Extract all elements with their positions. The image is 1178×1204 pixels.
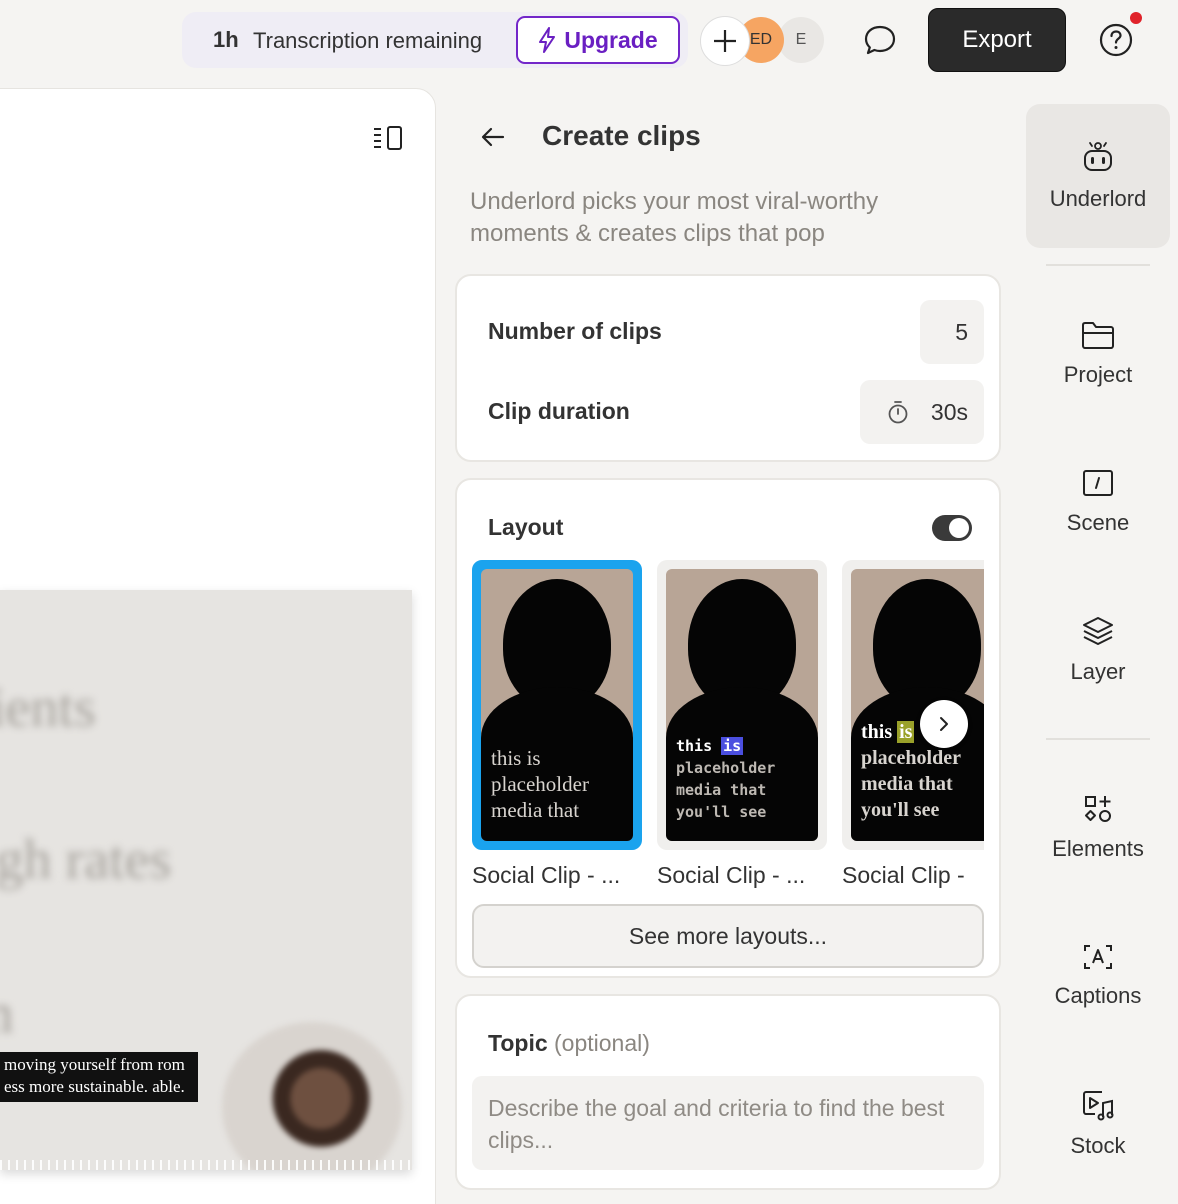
panel-title: Create clips: [542, 120, 701, 151]
layout-thumbnail: this is placeholder media that: [481, 569, 633, 841]
number-of-clips-label: Number of clips: [488, 318, 662, 344]
rail-label: Scene: [1066, 510, 1130, 535]
question-circle-icon: [1099, 23, 1133, 57]
stock-media-icon: [1083, 1091, 1114, 1121]
chevron-right-icon: [940, 717, 948, 731]
carousel-next-button[interactable]: [920, 700, 968, 748]
transcription-hours: 1h: [213, 27, 239, 52]
presenter-camera-bubble[interactable]: [222, 1022, 402, 1170]
panel-subtitle: Underlord picks your most viral-worthy m…: [470, 188, 879, 247]
layout-option[interactable]: this is placeholder media that Social Cl…: [472, 560, 642, 889]
layout-name: Social Clip - ...: [472, 862, 621, 888]
rail-label: Stock: [1070, 1133, 1126, 1158]
lightning-icon: [539, 27, 556, 53]
scene-icon: [1083, 470, 1113, 496]
rail-divider: [1046, 738, 1150, 740]
rail-item-scene[interactable]: Scene: [1026, 430, 1170, 574]
panel-toggle-icon: [374, 126, 402, 150]
rail-item-project[interactable]: Project: [1026, 282, 1170, 426]
layout-thumbnail: this is placeholder media that you'll se…: [851, 569, 984, 841]
caption-line: ess more sustainable. able.: [4, 1077, 185, 1096]
rail-label: Elements: [1052, 836, 1144, 861]
toggle-script-panel-button[interactable]: [370, 122, 406, 154]
caption-line: moving yourself from rom: [4, 1055, 185, 1074]
arrow-left-icon: [481, 127, 505, 147]
layout-thumbnail: this is placeholder media that you'll se…: [666, 569, 818, 841]
thumbnail-caption: this is placeholder media that you'll se…: [676, 737, 776, 821]
rail-label: Underlord: [1049, 186, 1147, 211]
clip-duration-label: Clip duration: [488, 398, 630, 424]
rail-item-underlord[interactable]: Underlord: [1026, 104, 1170, 248]
rail-label: Layer: [1070, 659, 1126, 684]
notification-dot: [1130, 12, 1142, 24]
rail-item-elements[interactable]: Elements: [1026, 756, 1170, 900]
blurred-slide-text: m: [0, 982, 14, 1046]
audio-waveform: [0, 1160, 412, 1170]
layout-toggle[interactable]: [932, 515, 972, 541]
caption-overlay[interactable]: moving yourself from rom ess more sustai…: [0, 1052, 198, 1102]
blurred-slide-text: igh rates: [0, 829, 172, 891]
layers-icon: [1083, 617, 1113, 645]
captions-icon: [1084, 945, 1112, 969]
transcription-remaining-label: Transcription remaining: [253, 28, 483, 53]
layout-name: Social Clip - ...: [657, 862, 806, 888]
clip-duration-select[interactable]: 30s: [860, 380, 984, 444]
layout-label: Layout: [488, 514, 564, 540]
optional-hint: (optional): [554, 1030, 650, 1056]
robot-icon: [1084, 142, 1112, 171]
export-button[interactable]: Export: [928, 8, 1066, 72]
comments-button[interactable]: [858, 18, 902, 62]
help-button[interactable]: [1094, 18, 1138, 62]
blurred-slide-text: ients: [0, 677, 96, 739]
upgrade-label: Upgrade: [564, 26, 658, 53]
rail-item-layer[interactable]: Layer: [1026, 578, 1170, 722]
rail-label: Project: [1063, 362, 1133, 387]
rail-item-stock[interactable]: Stock: [1026, 1052, 1170, 1196]
clip-duration-value: 30s: [930, 398, 968, 425]
layout-name: Social Clip -: [842, 862, 965, 888]
plus-icon: [714, 30, 736, 52]
add-collaborator-button[interactable]: [700, 16, 750, 66]
folder-icon: [1082, 322, 1114, 349]
rail-item-captions[interactable]: Captions: [1026, 904, 1170, 1048]
elements-icon: [1085, 796, 1111, 822]
layout-carousel[interactable]: this is placeholder media that Social Cl…: [472, 560, 984, 890]
number-of-clips-input[interactable]: 5: [920, 300, 984, 364]
upgrade-button[interactable]: Upgrade: [516, 16, 680, 64]
see-more-layouts-button[interactable]: See more layouts...: [472, 904, 984, 968]
collaborator-avatar[interactable]: E: [778, 17, 824, 63]
thumbnail-caption: this is placeholder media that: [491, 746, 589, 822]
video-preview[interactable]: ients igh rates m moving yourself from r…: [0, 590, 412, 1170]
chat-bubble-icon: [864, 25, 896, 55]
rail-divider: [1046, 264, 1150, 266]
back-button[interactable]: [474, 118, 512, 156]
topic-label: Topic (optional): [488, 1030, 650, 1056]
rail-label: Captions: [1054, 983, 1142, 1008]
topic-input[interactable]: [472, 1076, 984, 1170]
stopwatch-icon: [888, 401, 908, 424]
layout-option[interactable]: this is placeholder media that you'll se…: [657, 560, 827, 889]
